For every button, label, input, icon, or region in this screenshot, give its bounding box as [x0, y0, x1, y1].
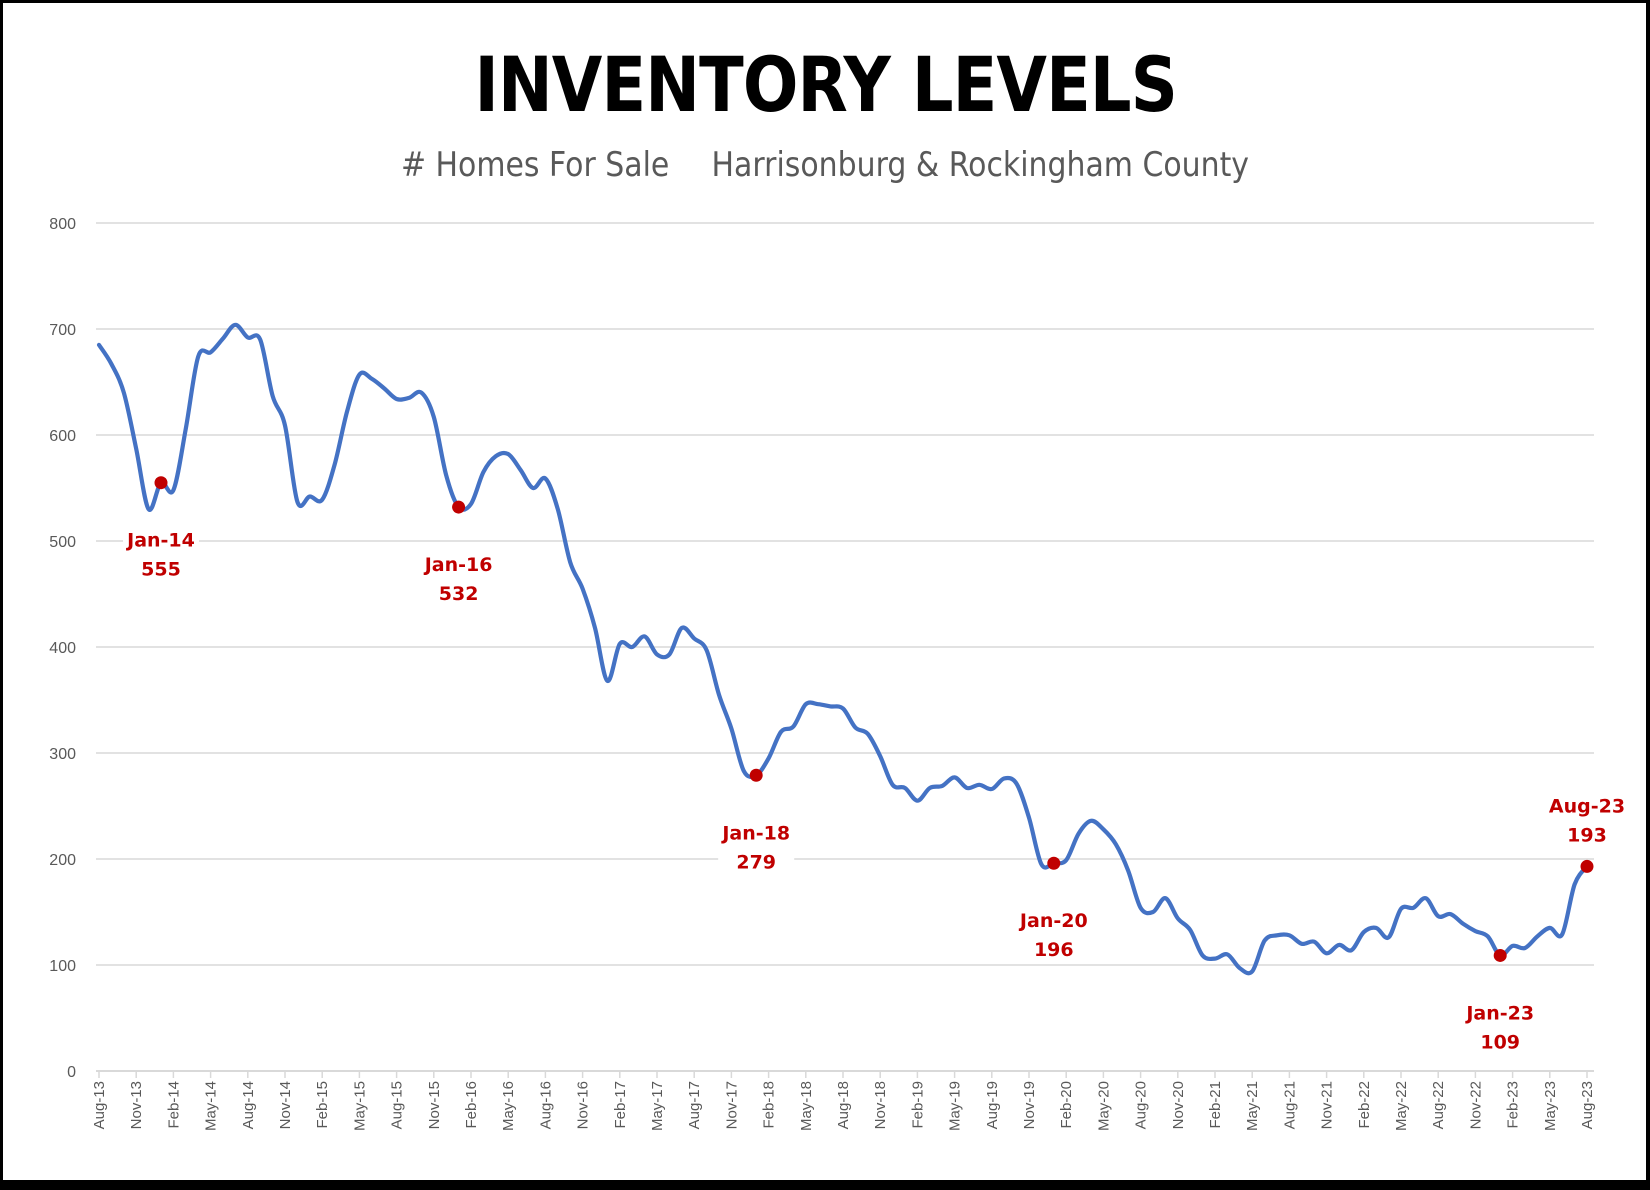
x-tick-label: Aug-14: [240, 1081, 257, 1129]
annotation-value-label: 532: [439, 583, 479, 605]
x-axis: Aug-13 Nov-13 Feb-14 May-14 Aug-14 Nov-14 Feb-…: [91, 1071, 1596, 1131]
y-tick-label: 100: [49, 958, 76, 975]
x-tick-label: Aug-16: [537, 1081, 554, 1129]
annotation-date-label: Jan-23: [1464, 1002, 1534, 1024]
x-tick-label: May-20: [1095, 1081, 1112, 1131]
x-tick-label: Aug-21: [1281, 1081, 1298, 1129]
x-tick-label: Feb-17: [612, 1081, 629, 1129]
x-tick-label: May-19: [947, 1081, 964, 1131]
annotation-marker: [1580, 859, 1594, 873]
annotation-marker: [1493, 948, 1507, 962]
annotation-date-label: Jan-14: [125, 530, 195, 552]
x-tick-label: Feb-18: [761, 1081, 778, 1129]
x-tick-label: Aug-18: [835, 1081, 852, 1129]
series-layer: [96, 322, 1590, 976]
x-tick-label: May-21: [1244, 1081, 1261, 1131]
annotation-date-label: Jan-20: [1018, 910, 1088, 932]
x-tick-label: May-18: [798, 1081, 815, 1131]
x-tick-label: Nov-18: [872, 1081, 889, 1129]
annotation-date-label: Jan-16: [423, 554, 493, 576]
x-tick-label: May-17: [649, 1081, 666, 1131]
x-tick-label: Aug-19: [984, 1081, 1001, 1129]
x-tick-label: Nov-14: [277, 1081, 294, 1129]
x-tick-label: May-22: [1393, 1081, 1410, 1131]
x-tick-label: Aug-13: [91, 1081, 108, 1129]
annotation-date-label: Aug-23: [1549, 795, 1625, 817]
annotation-marker: [749, 768, 763, 782]
x-tick-label: Feb-22: [1356, 1081, 1373, 1129]
x-tick-label: May-23: [1542, 1081, 1559, 1131]
x-tick-label: Nov-22: [1467, 1081, 1484, 1129]
y-tick-label: 300: [49, 746, 76, 763]
annotation-marker: [452, 500, 466, 514]
x-tick-label: Nov-21: [1319, 1081, 1336, 1129]
annotations-layer: Jan-14 555 Jan-16 532 Jan-18 279 Jan-20 196 Jan-…: [125, 476, 1625, 1053]
annotation-value-label: 193: [1567, 824, 1607, 846]
y-tick-label: 500: [49, 534, 76, 551]
annotation-marker: [154, 476, 168, 490]
x-tick-label: Nov-20: [1170, 1081, 1187, 1129]
y-tick-label: 400: [49, 640, 76, 657]
x-tick-label: Aug-22: [1430, 1081, 1447, 1129]
x-tick-label: Feb-20: [1058, 1081, 1075, 1129]
x-tick-label: Aug-17: [686, 1081, 703, 1129]
annotation-value-label: 555: [141, 559, 181, 581]
gridlines: [96, 222, 1625, 1072]
x-tick-label: Aug-15: [389, 1081, 406, 1129]
x-tick-label: Feb-14: [165, 1081, 182, 1129]
y-tick-label: 700: [49, 322, 76, 339]
line-chart: 0 100 200 300 400 500 600 700 800 Aug-13 Nov-13 Fe…: [49, 216, 1625, 1131]
x-tick-label: Feb-19: [909, 1081, 926, 1129]
annotation-value-label: 279: [736, 851, 776, 873]
annotation-value-label: 196: [1034, 939, 1074, 961]
x-tick-label: Feb-16: [463, 1081, 480, 1129]
annotation-date-label: Jan-18: [720, 822, 790, 844]
x-tick-label: Feb-23: [1505, 1081, 1522, 1129]
series-line-homes-for-sale: [96, 322, 1590, 976]
x-tick-label: Nov-19: [1021, 1081, 1038, 1129]
y-tick-label: 600: [49, 428, 76, 445]
annotation-marker: [1047, 856, 1061, 870]
x-tick-label: Nov-15: [426, 1081, 443, 1129]
x-tick-label: Nov-17: [723, 1081, 740, 1129]
x-tick-label: Nov-16: [575, 1081, 592, 1129]
y-tick-label: 200: [49, 852, 76, 869]
y-tick-label: 0: [67, 1064, 76, 1081]
x-tick-label: May-16: [500, 1081, 517, 1131]
x-tick-label: May-15: [351, 1081, 368, 1131]
x-tick-label: Nov-13: [128, 1081, 145, 1129]
x-tick-label: Feb-21: [1207, 1081, 1224, 1129]
x-tick-label: Aug-20: [1133, 1081, 1150, 1129]
y-axis-labels: 0 100 200 300 400 500 600 700 800: [49, 216, 76, 1081]
x-tick-label: Aug-23: [1579, 1081, 1596, 1129]
annotation-value-label: 109: [1480, 1031, 1520, 1053]
y-tick-label: 800: [49, 216, 76, 233]
x-tick-label: Feb-15: [314, 1081, 331, 1129]
x-tick-label: May-14: [203, 1081, 220, 1131]
